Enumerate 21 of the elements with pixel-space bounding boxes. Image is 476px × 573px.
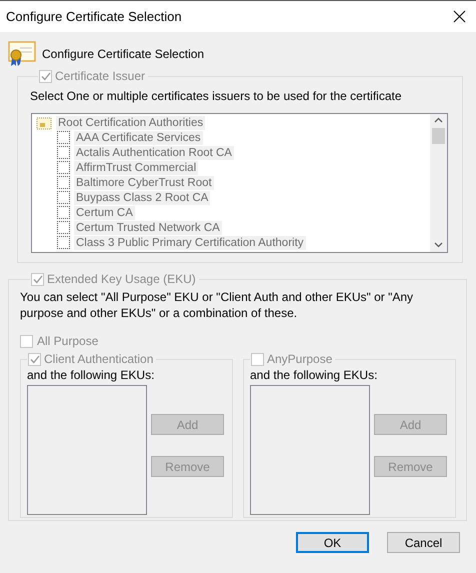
checkbox-label: All Purpose (37, 333, 98, 349)
dialog-button[interactable]: OK (296, 532, 369, 553)
scroll-thumb[interactable] (432, 128, 445, 144)
checkbox-label: AnyPurpose (267, 351, 332, 367)
folder-icon (36, 116, 52, 130)
close-icon[interactable] (453, 10, 466, 23)
eku-list[interactable] (250, 385, 370, 515)
checkbox-label: Extended Key Usage (EKU) (47, 271, 196, 287)
checkbox-label: Client Authentication (44, 351, 154, 367)
list-label: and the following EKUs: (250, 368, 378, 382)
list-label: and the following EKUs: (27, 368, 154, 382)
scrollbar[interactable] (430, 114, 447, 252)
header-title: Configure Certificate Selection (42, 46, 204, 62)
checkbox-label: Certificate Issuer (55, 68, 146, 84)
eku-list[interactable] (27, 385, 147, 515)
window-title: Configure Certificate Selection (6, 9, 182, 24)
certificate-icon (6, 40, 36, 66)
eku-description: You can select "All Purpose" EKU or "Client Auth and other EKUs" or "Any purpose and other EKUs" or a combination of these. (20, 289, 414, 321)
dialog-button[interactable]: Cancel (387, 532, 460, 553)
issuer-description: Select One or multiple certificates issuers to be used for the certificate (30, 88, 403, 104)
issuer-tree[interactable] (31, 113, 448, 253)
